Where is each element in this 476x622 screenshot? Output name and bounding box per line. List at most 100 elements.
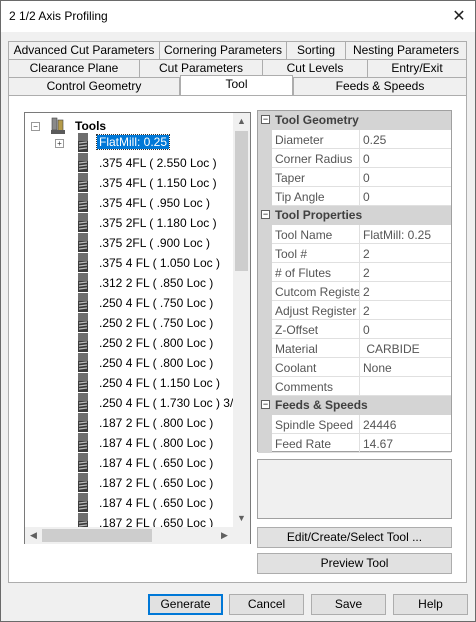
tab-entry-exit[interactable]: Entry/Exit (367, 59, 467, 77)
prop-value[interactable]: 2 (363, 285, 370, 299)
prop-row-z-offset[interactable]: Z-Offset 0 (258, 320, 451, 339)
prop-value[interactable]: 2 (363, 247, 370, 261)
tree-tool-item[interactable]: .375 2FL ( 1.180 Loc ) (75, 213, 250, 233)
tree-tool-item[interactable]: .312 2 FL ( .850 Loc ) (75, 273, 250, 293)
collapse-icon[interactable]: − (261, 115, 270, 124)
tree-tool-item[interactable]: .250 4 FL ( 1.150 Loc ) (75, 373, 250, 393)
prop-row-tool-name[interactable]: Tool Name FlatMill: 0.25 (258, 225, 451, 244)
end-mill-icon (78, 333, 88, 352)
tree-tool-item[interactable]: .375 4FL ( 2.550 Loc ) (75, 153, 250, 173)
collapse-icon[interactable]: − (261, 400, 270, 409)
tree-tool-label: .187 4 FL ( .650 Loc ) (99, 456, 214, 470)
tree-tool-item[interactable]: .250 2 FL ( .750 Loc ) (75, 313, 250, 333)
prop-value[interactable]: 0.25 (363, 133, 386, 147)
generate-button[interactable]: Generate (148, 594, 223, 615)
category-tool-properties[interactable]: − Tool Properties (258, 206, 451, 225)
close-icon[interactable]: ✕ (449, 7, 469, 27)
end-mill-icon (78, 293, 88, 312)
prop-name: Material (275, 342, 318, 356)
tree-tool-item[interactable]: .187 4 FL ( .800 Loc ) (75, 433, 250, 453)
hscroll-thumb[interactable] (42, 529, 152, 542)
tab-cornering-parameters[interactable]: Cornering Parameters (159, 41, 287, 59)
tree-root-label: Tools (75, 119, 107, 133)
prop-row-taper[interactable]: Taper 0 (258, 168, 451, 187)
save-button[interactable]: Save (311, 594, 386, 615)
tab-clearance-plane[interactable]: Clearance Plane (8, 59, 140, 77)
tab-nesting-parameters[interactable]: Nesting Parameters (345, 41, 467, 59)
tree-tool-item[interactable]: .375 2FL ( .900 Loc ) (75, 233, 250, 253)
tree-tool-item[interactable]: .187 4 FL ( .650 Loc ) (75, 493, 250, 513)
tree-tool-item[interactable]: .250 4 FL ( .800 Loc ) (75, 353, 250, 373)
prop-row-tool-number[interactable]: Tool # 2 (258, 244, 451, 263)
tree-tool-item[interactable]: .375 4FL ( 1.150 Loc ) (75, 173, 250, 193)
prop-value[interactable]: 2 (363, 304, 370, 318)
scroll-left-icon[interactable]: ◀ (25, 527, 42, 544)
category-tool-geometry[interactable]: − Tool Geometry (258, 111, 451, 130)
tab-control-geometry[interactable]: Control Geometry (8, 77, 180, 95)
prop-value[interactable]: FlatMill: 0.25 (363, 228, 431, 242)
scroll-up-icon[interactable]: ▲ (233, 113, 250, 130)
prop-row-diameter[interactable]: Diameter 0.25 (258, 130, 451, 149)
prop-name: Tool # (275, 247, 308, 261)
prop-value[interactable]: 0 (363, 190, 370, 204)
category-feeds-speeds[interactable]: − Feeds & Speeds (258, 396, 451, 415)
prop-row-coolant[interactable]: Coolant None (258, 358, 451, 377)
collapse-icon[interactable]: − (261, 210, 270, 219)
tab-advanced-cut-parameters[interactable]: Advanced Cut Parameters (8, 41, 160, 59)
help-button[interactable]: Help (393, 594, 468, 615)
tab-feeds-speeds[interactable]: Feeds & Speeds (293, 77, 467, 95)
prop-value[interactable]: 14.67 (363, 437, 393, 451)
title-bar: 2 1/2 Axis Profiling ✕ (1, 1, 475, 32)
tree-tool-item[interactable]: .187 2 FL ( .800 Loc ) (75, 413, 250, 433)
tree-tool-item[interactable]: .375 4 FL ( 1.050 Loc ) (75, 253, 250, 273)
prop-value[interactable]: 0 (363, 323, 370, 337)
tree-tool-label: FlatMill: 0.25 (95, 134, 171, 150)
prop-row-adjust-register[interactable]: Adjust Register 2 (258, 301, 451, 320)
prop-value[interactable]: CARBIDE (363, 342, 419, 356)
end-mill-icon (78, 373, 88, 392)
collapse-icon[interactable]: − (31, 122, 40, 131)
tree-tool-label: .375 4FL ( 2.550 Loc ) (99, 156, 217, 170)
tree-tool-item[interactable]: .250 4 FL ( 1.730 Loc ) 3/8 S (75, 393, 250, 413)
tree-tool-item[interactable]: .375 4FL ( .950 Loc ) (75, 193, 250, 213)
prop-row-cutcom-register[interactable]: Cutcom Register 2 (258, 282, 451, 301)
tree-horizontal-scrollbar[interactable]: ◀ ▶ (25, 527, 233, 544)
cancel-button[interactable]: Cancel (229, 594, 304, 615)
prop-row-corner-radius[interactable]: Corner Radius 0 (258, 149, 451, 168)
prop-name: Spindle Speed (275, 418, 354, 432)
scroll-thumb[interactable] (235, 131, 248, 271)
preview-tool-button[interactable]: Preview Tool (257, 553, 452, 574)
scroll-down-icon[interactable]: ▼ (233, 510, 250, 527)
tree-tool-item[interactable]: + FlatMill: 0.25 (55, 133, 250, 153)
category-title: Tool Properties (275, 208, 363, 222)
scroll-right-icon[interactable]: ▶ (216, 527, 233, 544)
prop-row-spindle-speed[interactable]: Spindle Speed 24446 (258, 415, 451, 434)
prop-row-flutes[interactable]: # of Flutes 2 (258, 263, 451, 282)
end-mill-icon (78, 493, 88, 512)
prop-value[interactable]: 0 (363, 152, 370, 166)
end-mill-icon (78, 273, 88, 292)
prop-value[interactable]: 2 (363, 266, 370, 280)
prop-value[interactable]: None (363, 361, 392, 375)
tree-tool-item[interactable]: .250 2 FL ( .800 Loc ) (75, 333, 250, 353)
tab-tool[interactable]: Tool (180, 75, 293, 96)
end-mill-icon (78, 213, 88, 232)
tree-tool-label: .250 2 FL ( .800 Loc ) (99, 336, 214, 350)
tree-tool-item[interactable]: .187 4 FL ( .650 Loc ) (75, 453, 250, 473)
tools-tree[interactable]: − Tools + FlatMill: 0.25 .375 4FL ( 2.550 … (24, 112, 251, 544)
prop-value[interactable]: 0 (363, 171, 370, 185)
tree-tool-item[interactable]: .187 2 FL ( .650 Loc ) (75, 473, 250, 493)
tree-tool-item[interactable]: .250 4 FL ( .750 Loc ) (75, 293, 250, 313)
tree-tool-label: .250 4 FL ( .800 Loc ) (99, 356, 214, 370)
prop-row-material[interactable]: Material CARBIDE (258, 339, 451, 358)
tree-vertical-scrollbar[interactable]: ▲ ▼ (233, 113, 250, 527)
tab-sorting[interactable]: Sorting (286, 41, 346, 59)
prop-name: Cutcom Register (275, 285, 359, 299)
edit-create-select-tool-button[interactable]: Edit/Create/Select Tool ... (257, 527, 452, 548)
prop-value[interactable]: 24446 (363, 418, 396, 432)
prop-row-tip-angle[interactable]: Tip Angle 0 (258, 187, 451, 206)
expand-icon[interactable]: + (55, 139, 64, 148)
prop-row-feed-rate[interactable]: Feed Rate 14.67 (258, 434, 451, 453)
prop-row-comments[interactable]: Comments (258, 377, 451, 396)
tool-property-grid[interactable]: − Tool Geometry Diameter 0.25 Corner Radi… (257, 110, 452, 453)
